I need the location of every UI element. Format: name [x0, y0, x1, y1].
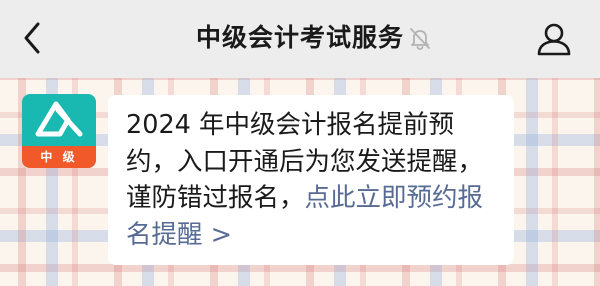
message-bubble[interactable]: 2024 年中级会计报名提前预约，入口开通后为您发送提醒，谨防错过报名，点此立即…	[108, 95, 514, 265]
profile-button[interactable]	[532, 18, 576, 62]
avatar-badge: 中 级	[22, 146, 96, 168]
message-text-block: 2024 年中级会计报名提前预约，入口开通后为您发送提醒，谨防错过报名，点此立即…	[126, 107, 498, 253]
bell-off-icon	[406, 24, 434, 52]
page-title: 中级会计考试服务	[195, 23, 404, 52]
person-icon	[537, 23, 571, 56]
account-avatar[interactable]: 中 级	[22, 94, 96, 168]
account-logo-icon	[35, 101, 83, 137]
top-nav-bar: 中级会计考试服务	[0, 0, 600, 78]
